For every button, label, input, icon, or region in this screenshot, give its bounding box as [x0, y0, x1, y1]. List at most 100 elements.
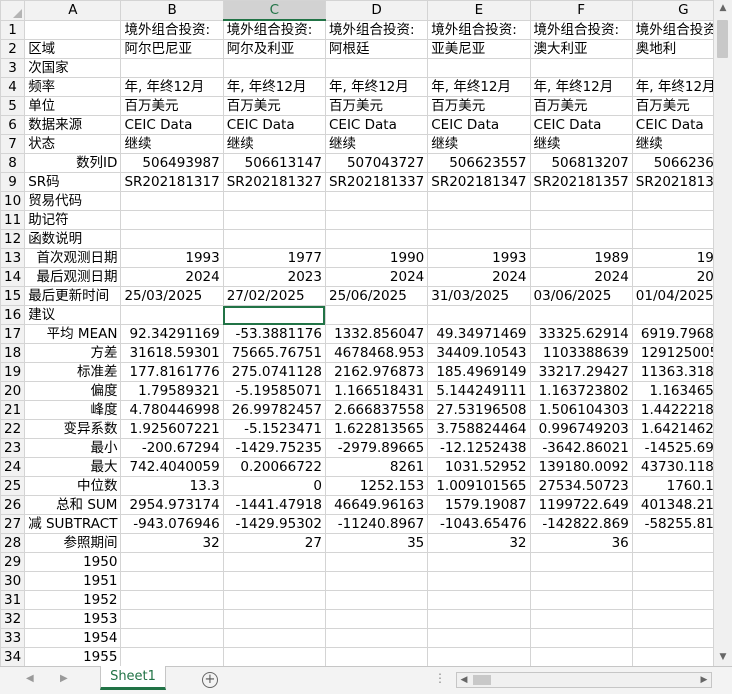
cell-e29[interactable] — [427, 552, 531, 572]
column-header-f[interactable]: F — [529, 0, 633, 21]
prev-sheet-icon[interactable]: ◀ — [26, 673, 34, 684]
cell-d21[interactable]: 2.666837558 — [324, 400, 429, 420]
row-header[interactable]: 4 — [0, 77, 26, 97]
cell-f25[interactable]: 27534.50723 — [529, 476, 633, 496]
cell-d20[interactable]: 1.166518431 — [324, 381, 429, 401]
row-header[interactable]: 9 — [0, 172, 26, 192]
row-header[interactable]: 34 — [0, 647, 26, 666]
cell-f24[interactable]: 139180.0092 — [529, 457, 633, 477]
row-header[interactable]: 7 — [0, 134, 26, 154]
cell-a5[interactable]: 单位 — [24, 96, 122, 116]
cell-d13[interactable]: 1990 — [324, 248, 429, 268]
cell-f15[interactable]: 03/06/2025 — [529, 286, 633, 306]
cell-e10[interactable] — [427, 191, 531, 211]
cell-a34[interactable]: 1955 — [24, 647, 122, 666]
cell-d2[interactable]: 阿根廷 — [324, 39, 429, 59]
cell-e2[interactable]: 亚美尼亚 — [427, 39, 531, 59]
cell-d8[interactable]: 507043727 — [324, 153, 429, 173]
cell-g4[interactable]: 年, 年终12月 — [631, 77, 713, 97]
cell-d15[interactable]: 25/06/2025 — [324, 286, 429, 306]
cell-b15[interactable]: 25/03/2025 — [120, 286, 224, 306]
cell-c24[interactable]: 0.20066722 — [222, 457, 326, 477]
plus-circle-icon[interactable]: + — [202, 672, 218, 688]
row-header[interactable]: 22 — [0, 419, 26, 439]
row-header[interactable]: 8 — [0, 153, 26, 173]
cell-e1[interactable]: 境外组合投资: — [427, 19, 531, 40]
cell-d18[interactable]: 4678468.953 — [324, 343, 429, 363]
cell-e32[interactable] — [427, 609, 531, 629]
cell-d22[interactable]: 1.622813565 — [324, 419, 429, 439]
cell-e11[interactable] — [427, 210, 531, 230]
column-header-b[interactable]: B — [120, 0, 224, 21]
cell-c6[interactable]: CEIC Data — [222, 115, 326, 135]
cell-b13[interactable]: 1993 — [120, 248, 224, 268]
cell-c30[interactable] — [222, 571, 326, 591]
row-header[interactable]: 27 — [0, 514, 26, 534]
cell-g6[interactable]: CEIC Data — [631, 115, 713, 135]
cell-c10[interactable] — [222, 191, 326, 211]
cell-d11[interactable] — [324, 210, 429, 230]
cell-b33[interactable] — [120, 628, 224, 648]
cell-c32[interactable] — [222, 609, 326, 629]
cell-f18[interactable]: 1103388639 — [529, 343, 633, 363]
cell-d30[interactable] — [324, 571, 429, 591]
cell-g9[interactable]: SR202181367 — [631, 172, 713, 192]
cell-e31[interactable] — [427, 590, 531, 610]
cell-b6[interactable]: CEIC Data — [120, 115, 224, 135]
cell-f5[interactable]: 百万美元 — [529, 96, 633, 116]
cell-d26[interactable]: 46649.96163 — [324, 495, 429, 515]
cell-g18[interactable]: 129125005.7 — [631, 343, 713, 363]
cell-d1[interactable]: 境外组合投资: — [324, 19, 429, 40]
scroll-down-icon[interactable]: ▼ — [714, 649, 732, 666]
cell-e34[interactable] — [427, 647, 531, 666]
row-header[interactable]: 26 — [0, 495, 26, 515]
cell-b23[interactable]: -200.67294 — [120, 438, 224, 458]
row-header[interactable]: 32 — [0, 609, 26, 629]
cell-e5[interactable]: 百万美元 — [427, 96, 531, 116]
vertical-scroll-thumb[interactable] — [717, 20, 728, 58]
cell-b24[interactable]: 742.4040059 — [120, 457, 224, 477]
cell-e15[interactable]: 31/03/2025 — [427, 286, 531, 306]
cell-g12[interactable] — [631, 229, 713, 249]
cell-c12[interactable] — [222, 229, 326, 249]
cell-a14[interactable]: 最后观测日期 — [24, 267, 122, 287]
cell-f4[interactable]: 年, 年终12月 — [529, 77, 633, 97]
cell-g23[interactable]: -14525.6967 — [631, 438, 713, 458]
column-header-e[interactable]: E — [427, 0, 531, 21]
cell-b2[interactable]: 阿尔巴尼亚 — [120, 39, 224, 59]
cell-g21[interactable]: 1.442221897 — [631, 400, 713, 420]
cell-f32[interactable] — [529, 609, 633, 629]
cell-b14[interactable]: 2024 — [120, 267, 224, 287]
row-header[interactable]: 17 — [0, 324, 26, 344]
cell-b18[interactable]: 31618.59301 — [120, 343, 224, 363]
cell-e4[interactable]: 年, 年终12月 — [427, 77, 531, 97]
cell-g31[interactable] — [631, 590, 713, 610]
row-header[interactable]: 21 — [0, 400, 26, 420]
row-header[interactable]: 31 — [0, 590, 26, 610]
next-sheet-icon[interactable]: ▶ — [60, 673, 68, 684]
cell-c14[interactable]: 2023 — [222, 267, 326, 287]
cell-d10[interactable] — [324, 191, 429, 211]
row-header[interactable]: 14 — [0, 267, 26, 287]
cell-c5[interactable]: 百万美元 — [222, 96, 326, 116]
cell-g20[interactable]: 1.16346511 — [631, 381, 713, 401]
cell-f23[interactable]: -3642.86021 — [529, 438, 633, 458]
row-header[interactable]: 25 — [0, 476, 26, 496]
cell-c29[interactable] — [222, 552, 326, 572]
cell-f28[interactable]: 36 — [529, 533, 633, 553]
cell-g7[interactable]: 继续 — [631, 134, 713, 154]
cell-f20[interactable]: 1.163723802 — [529, 381, 633, 401]
cell-e9[interactable]: SR202181347 — [427, 172, 531, 192]
cell-c33[interactable] — [222, 628, 326, 648]
cell-g33[interactable] — [631, 628, 713, 648]
cell-a7[interactable]: 状态 — [24, 134, 122, 154]
cell-d29[interactable] — [324, 552, 429, 572]
cell-b30[interactable] — [120, 571, 224, 591]
cell-a29[interactable]: 1950 — [24, 552, 122, 572]
cell-b26[interactable]: 2954.973174 — [120, 495, 224, 515]
cell-g29[interactable] — [631, 552, 713, 572]
cell-c8[interactable]: 506613147 — [222, 153, 326, 173]
column-header-d[interactable]: D — [324, 0, 429, 21]
cell-a8[interactable]: 数列ID — [24, 153, 122, 173]
cell-a26[interactable]: 总和 SUM — [24, 495, 122, 515]
